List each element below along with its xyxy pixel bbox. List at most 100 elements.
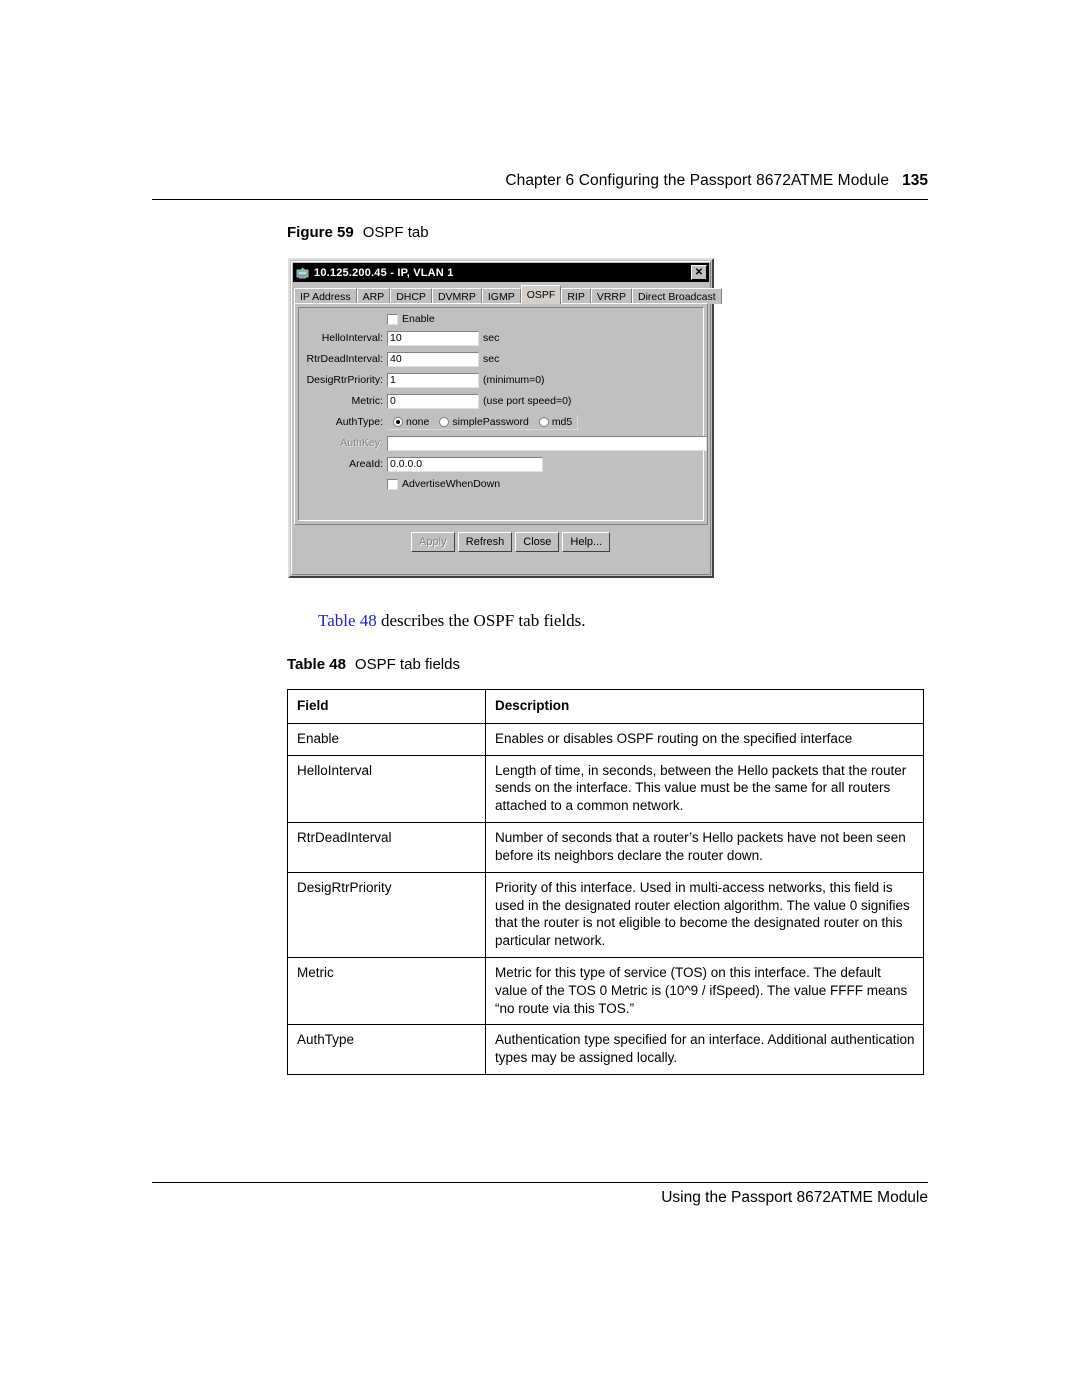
footer-rule xyxy=(152,1182,928,1183)
tab-ip-address[interactable]: IP Address xyxy=(294,288,357,304)
rtr-dead-interval-row: RtrDeadInterval: 40 sec xyxy=(295,349,707,369)
header-rule xyxy=(152,199,928,200)
hello-interval-label: HelloInterval: xyxy=(321,332,383,344)
enable-checkbox[interactable] xyxy=(387,313,398,325)
row-field: Enable xyxy=(287,722,486,756)
desig-rtr-priority-row: DesigRtrPriority: 1 (minimum=0) xyxy=(295,370,707,390)
table-row: RtrDeadInterval Number of seconds that a… xyxy=(287,822,924,873)
auth-type-option-none[interactable]: none xyxy=(393,416,429,428)
row-description: Enables or disables OSPF routing on the … xyxy=(485,722,924,756)
auth-type-row: AuthType: none simplePassword md5 xyxy=(295,412,707,432)
tab-igmp[interactable]: IGMP xyxy=(481,288,521,304)
device-icon xyxy=(296,266,310,280)
rtr-dead-interval-input[interactable]: 40 xyxy=(387,351,479,367)
auth-type-option-md5[interactable]: md5 xyxy=(538,416,572,428)
row-field: AuthType xyxy=(287,1024,486,1075)
tab-label: OSPF xyxy=(526,289,556,301)
radio-selected-icon[interactable] xyxy=(393,417,403,427)
auth-key-input[interactable] xyxy=(387,435,707,451)
radio-icon[interactable] xyxy=(439,417,450,427)
tab-label: VRRP xyxy=(596,290,627,303)
hello-interval-input[interactable]: 10 xyxy=(387,330,479,346)
tab-dhcp[interactable]: DHCP xyxy=(390,288,432,304)
metric-label: Metric: xyxy=(351,395,384,407)
apply-button[interactable]: Apply xyxy=(410,532,455,552)
tab-direct-broadcast[interactable]: Direct Broadcast xyxy=(632,288,722,304)
auth-type-radio-group[interactable]: none simplePassword md5 xyxy=(387,414,579,430)
tab-label: IGMP xyxy=(487,290,515,303)
metric-input[interactable]: 0 xyxy=(387,393,479,409)
table-row: Enable Enables or disables OSPF routing … xyxy=(287,722,924,756)
advertise-when-down-checkbox[interactable] xyxy=(387,478,398,490)
column-header-field: Field xyxy=(287,689,486,724)
tab-label: ARP xyxy=(362,290,385,303)
radio-icon[interactable] xyxy=(538,417,549,427)
dialog-title: 10.125.200.45 - IP, VLAN 1 xyxy=(314,266,454,279)
help-button[interactable]: Help... xyxy=(562,532,611,552)
tab-label: IP Address xyxy=(300,290,351,303)
tab-ospf[interactable]: OSPF xyxy=(520,285,562,304)
tab-dvmrp[interactable]: DVMRP xyxy=(431,288,482,304)
row-description: Authentication type specified for an int… xyxy=(485,1024,924,1075)
dialog-tabstrip[interactable]: IP Address ARP DHCP DVMRP IGMP OSPF RIP … xyxy=(294,285,722,304)
row-field: Metric xyxy=(287,956,486,1026)
ospf-fields-table: Field Description Enable Enables or disa… xyxy=(287,689,924,1075)
radio-label: none xyxy=(406,416,430,428)
figure-title: OSPF tab xyxy=(362,224,429,241)
tab-label: DHCP xyxy=(396,290,426,303)
auth-key-label: AuthKey: xyxy=(340,437,383,449)
auth-key-row: AuthKey: xyxy=(295,433,707,453)
table-title: OSPF tab fields xyxy=(354,656,460,673)
row-field: RtrDeadInterval xyxy=(287,822,486,873)
hello-interval-unit: sec xyxy=(483,332,500,344)
table-row: HelloInterval Length of time, in seconds… xyxy=(287,754,924,824)
page-footer: Using the Passport 8672ATME Module xyxy=(661,1189,928,1206)
table-48-xref-link[interactable]: Table 48 xyxy=(318,611,377,630)
refresh-button[interactable]: Refresh xyxy=(457,532,513,552)
page-header: Chapter 6 Configuring the Passport 8672A… xyxy=(152,172,928,190)
enable-row[interactable]: Enable xyxy=(295,310,707,328)
body-paragraph-text: describes the OSPF tab fields. xyxy=(376,611,586,630)
tab-label: DVMRP xyxy=(437,290,476,303)
page-number: 135 xyxy=(902,172,928,189)
close-button[interactable]: Close xyxy=(515,532,560,552)
row-description: Metric for this type of service (TOS) on… xyxy=(485,956,924,1026)
close-icon[interactable]: ✕ xyxy=(691,265,707,280)
tab-arp[interactable]: ARP xyxy=(356,288,391,304)
area-id-label: AreaId: xyxy=(349,458,383,470)
area-id-input[interactable]: 0.0.0.0 xyxy=(387,456,543,472)
ospf-form: Enable HelloInterval: 10 sec RtrDeadInte… xyxy=(295,310,707,493)
row-field: DesigRtrPriority xyxy=(287,871,486,958)
tab-rip[interactable]: RIP xyxy=(561,288,591,304)
rtr-dead-interval-unit: sec xyxy=(483,353,500,365)
auth-type-label: AuthType: xyxy=(335,416,383,428)
advertise-when-down-row[interactable]: AdvertiseWhenDown xyxy=(295,475,707,493)
table-row: AuthType Authentication type specified f… xyxy=(287,1024,924,1075)
table-row: DesigRtrPriority Priority of this interf… xyxy=(287,871,924,958)
row-description: Number of seconds that a router’s Hello … xyxy=(485,822,924,873)
column-header-description: Description xyxy=(485,689,924,724)
ospf-dialog-window[interactable]: 10.125.200.45 - IP, VLAN 1 ✕ IP Address … xyxy=(288,258,722,578)
row-field: HelloInterval xyxy=(287,754,486,824)
desig-rtr-priority-hint: (minimum=0) xyxy=(483,374,545,386)
desig-rtr-priority-input[interactable]: 1 xyxy=(387,372,479,388)
advertise-when-down-label: AdvertiseWhenDown xyxy=(402,478,501,490)
row-description: Length of time, in seconds, between the … xyxy=(485,754,924,824)
figure-label: Figure 59 xyxy=(287,224,354,241)
ospf-tab-panel: Enable HelloInterval: 10 sec RtrDeadInte… xyxy=(294,303,708,525)
tab-label: RIP xyxy=(567,290,585,303)
tab-label: Direct Broadcast xyxy=(638,290,716,303)
body-paragraph: Table 48 describes the OSPF tab fields. xyxy=(318,611,585,631)
tab-vrrp[interactable]: VRRP xyxy=(590,288,633,304)
rtr-dead-interval-label: RtrDeadInterval: xyxy=(306,353,383,365)
radio-label: simplePassword xyxy=(452,416,529,428)
table-label: Table 48 xyxy=(287,656,346,673)
page-header-title: Chapter 6 Configuring the Passport 8672A… xyxy=(505,172,890,189)
auth-type-option-simplepassword[interactable]: simplePassword xyxy=(439,416,529,428)
row-description: Priority of this interface. Used in mult… xyxy=(485,871,924,958)
dialog-button-bar: Apply Refresh Close Help... xyxy=(294,532,708,552)
enable-label: Enable xyxy=(402,313,435,325)
desig-rtr-priority-label: DesigRtrPriority: xyxy=(306,374,383,386)
dialog-titlebar[interactable]: 10.125.200.45 - IP, VLAN 1 ✕ xyxy=(293,263,709,282)
figure-caption: Figure 59 OSPF tab xyxy=(287,224,429,241)
